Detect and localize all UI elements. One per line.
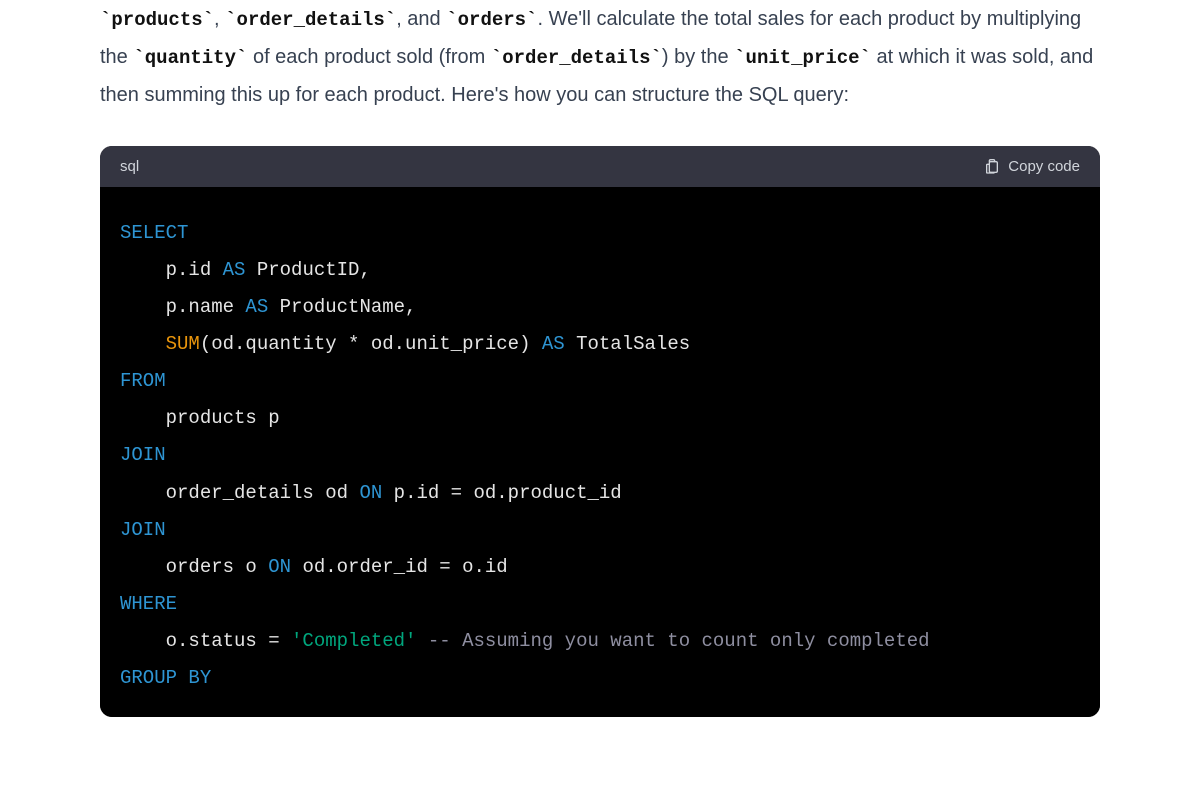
- explanation-paragraph: `products`, `order_details`, and `orders…: [100, 0, 1100, 114]
- prose-text: , and: [396, 8, 446, 30]
- sql-text: p.id = od.product_id: [382, 482, 621, 504]
- sql-function-sum: SUM: [166, 333, 200, 355]
- sql-keyword-as: AS: [542, 333, 565, 355]
- sql-indent: [120, 333, 166, 355]
- copy-code-button[interactable]: Copy code: [984, 158, 1080, 175]
- code-body[interactable]: SELECT p.id AS ProductID, p.name AS Prod…: [100, 187, 1100, 717]
- sql-text: p.name: [120, 296, 245, 318]
- sql-keyword-from: FROM: [120, 370, 166, 392]
- sql-text: ProductID,: [245, 259, 370, 281]
- sql-text: (od.quantity * od.unit_price): [200, 333, 542, 355]
- sql-text: TotalSales: [565, 333, 690, 355]
- sql-text: ProductName,: [268, 296, 416, 318]
- copy-code-label: Copy code: [1008, 158, 1080, 175]
- code-block-header: sql Copy code: [100, 146, 1100, 187]
- sql-text: products p: [120, 407, 280, 429]
- sql-keyword-on: ON: [359, 482, 382, 504]
- code-language-label: sql: [120, 158, 139, 175]
- code-block: sql Copy code SELECT p.id AS ProductID, …: [100, 146, 1100, 717]
- inline-code-unit-price: `unit_price`: [734, 47, 871, 69]
- sql-text: o.status =: [120, 630, 291, 652]
- inline-code-order-details-2: `order_details`: [491, 47, 662, 69]
- inline-code-orders: `orders`: [446, 9, 537, 31]
- prose-text: of each product sold (from: [247, 46, 490, 68]
- sql-keyword-select: SELECT: [120, 222, 188, 244]
- sql-keyword-join: JOIN: [120, 519, 166, 541]
- sql-text: [416, 630, 427, 652]
- sql-text: od.order_id = o.id: [291, 556, 508, 578]
- inline-code-quantity: `quantity`: [133, 47, 247, 69]
- sql-string-literal: 'Completed': [291, 630, 416, 652]
- sql-text: orders o: [120, 556, 268, 578]
- inline-code-products: `products`: [100, 9, 214, 31]
- prose-text: ,: [214, 8, 225, 30]
- sql-keyword-group-by: GROUP BY: [120, 667, 211, 689]
- clipboard-icon: [984, 159, 1000, 175]
- sql-text: p.id: [120, 259, 223, 281]
- sql-keyword-as: AS: [245, 296, 268, 318]
- sql-keyword-join: JOIN: [120, 444, 166, 466]
- inline-code-order-details: `order_details`: [225, 9, 396, 31]
- prose-text: ) by the: [662, 46, 734, 68]
- sql-keyword-on: ON: [268, 556, 291, 578]
- sql-text: order_details od: [120, 482, 359, 504]
- sql-comment: -- Assuming you want to count only compl…: [428, 630, 930, 652]
- sql-keyword-as: AS: [223, 259, 246, 281]
- sql-keyword-where: WHERE: [120, 593, 177, 615]
